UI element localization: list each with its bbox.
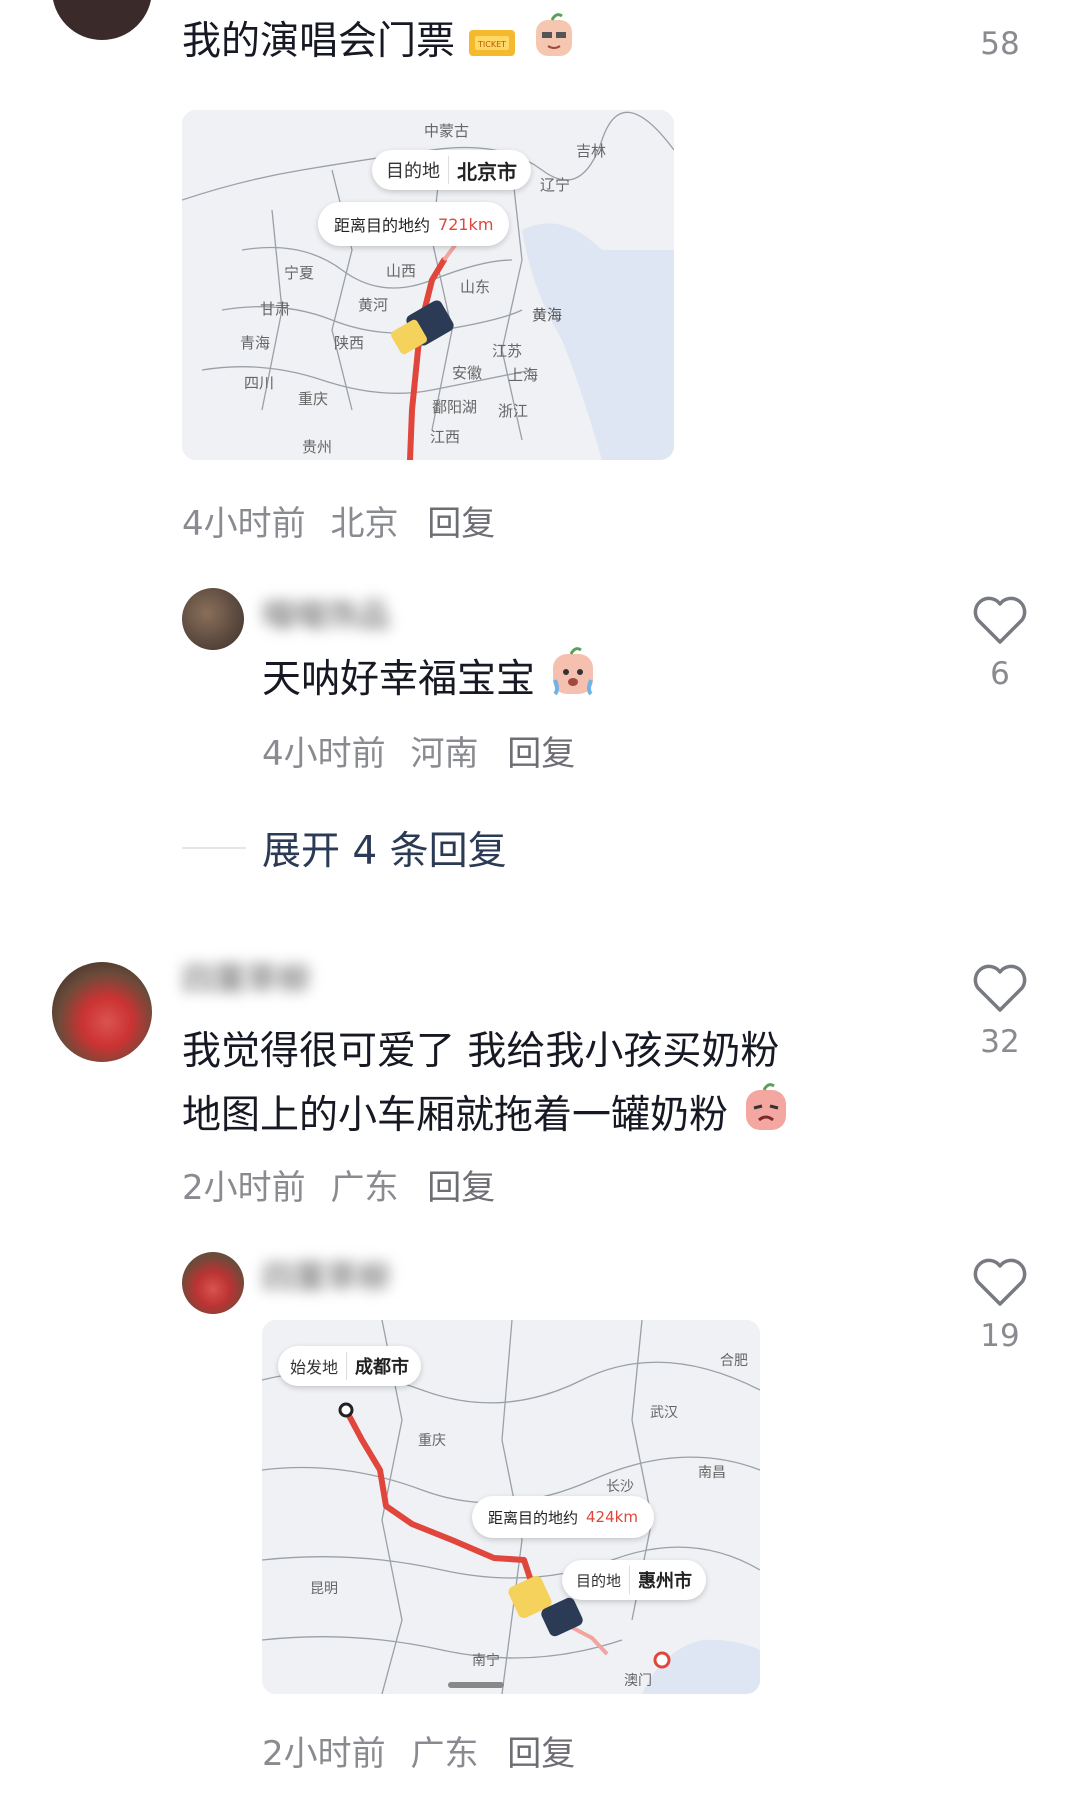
comment-time: 2小时前: [182, 1168, 306, 1208]
map-place: 四川: [244, 374, 275, 392]
reply-button[interactable]: 回复: [427, 1168, 495, 1208]
destination-label: 目的地 北京市: [372, 150, 531, 190]
map-place: 中蒙古: [424, 122, 470, 140]
heart-outline-icon[interactable]: [972, 1258, 1028, 1308]
comment-text: 我觉得很可爱了 我给我小孩买奶粉 地图上的小车厢就拖着一罐奶粉: [182, 1022, 792, 1152]
like-count: 19: [980, 1318, 1020, 1354]
comment-meta: 2小时前 广东 回复: [262, 1726, 575, 1775]
map-place: 鄱阳湖: [432, 398, 478, 416]
like-button[interactable]: 19: [950, 1258, 1050, 1354]
map-place: 吉林: [576, 142, 607, 160]
map-place: 山西: [386, 262, 417, 280]
map-place: 澳门: [624, 1673, 652, 1689]
divider: [182, 847, 246, 849]
comment-text: 天呐好幸福宝宝: [262, 646, 599, 716]
like-count: 32: [980, 1024, 1020, 1060]
like-button[interactable]: 6: [950, 596, 1050, 692]
like-count-area[interactable]: 58: [950, 26, 1050, 62]
ticket-icon: TICKET: [467, 18, 517, 78]
map-place: 宁夏: [284, 264, 315, 282]
svg-text:TICKET: TICKET: [477, 40, 506, 49]
map-place: 黄河: [358, 296, 389, 314]
map-place: 青海: [240, 334, 271, 352]
avatar[interactable]: [182, 588, 244, 650]
comment-text: 我的演唱会门票 TICKET: [182, 12, 578, 78]
heart-outline-icon[interactable]: [972, 596, 1028, 646]
username[interactable]: 四葉草柳: [262, 1252, 390, 1298]
map-image[interactable]: 始发地 成都市 距离目的地约 424km 目的地 惠州市 合肥 武汉 重庆 南昌…: [262, 1320, 760, 1694]
like-count: 58: [980, 26, 1020, 62]
map-place: 武汉: [650, 1405, 678, 1421]
comment-location: 广东: [330, 1168, 399, 1208]
map-place: 合肥: [720, 1353, 748, 1369]
comment-meta: 2小时前 广东 回复: [182, 1160, 495, 1209]
distance-label: 距离目的地约 721km: [318, 202, 510, 246]
map-place: 江苏: [492, 342, 523, 360]
reply-button[interactable]: 回复: [507, 1734, 575, 1774]
map-place: 上海: [508, 366, 539, 384]
map-place: 南昌: [698, 1465, 726, 1481]
heart-outline-icon[interactable]: [972, 964, 1028, 1014]
comment-meta: 4小时前 北京 回复: [182, 496, 495, 545]
map-place: 浙江: [498, 402, 529, 420]
map-place: 江西: [430, 428, 461, 446]
map-place: 重庆: [418, 1433, 446, 1449]
comment-text-line: 地图上的小车厢就拖着一罐奶粉: [182, 1082, 792, 1152]
map-place: 甘肃: [260, 300, 291, 318]
reply-button[interactable]: 回复: [507, 734, 575, 774]
comment-text-line: 我觉得很可爱了 我给我小孩买奶粉: [182, 1029, 780, 1074]
map-place: 重庆: [298, 390, 329, 408]
like-button[interactable]: 32: [950, 964, 1050, 1060]
reply-button[interactable]: 回复: [427, 504, 495, 544]
avatar[interactable]: [52, 0, 152, 40]
comment-time: 2小时前: [262, 1734, 386, 1774]
comment-location: 北京: [330, 504, 399, 544]
map-place: 昆明: [310, 1581, 338, 1597]
map-place: 辽宁: [540, 176, 571, 194]
map-place: 安徽: [452, 364, 483, 382]
map-image[interactable]: 目的地 北京市 距离目的地约 721km 中蒙古 吉林 辽宁 宁夏 甘肃 山西 …: [182, 110, 674, 460]
comment-meta: 4小时前 河南 回复: [262, 726, 575, 775]
distance-label: 距离目的地约 424km: [472, 1496, 654, 1538]
emoji-face-icon: [740, 1082, 792, 1152]
map-place: 贵州: [302, 438, 333, 456]
origin-label: 始发地 成都市: [278, 1346, 422, 1386]
comment-time: 4小时前: [182, 504, 306, 544]
emoji-face-icon: [547, 646, 599, 716]
username[interactable]: 喵喵饰品: [262, 590, 390, 636]
comment-location: 河南: [410, 734, 479, 774]
destination-label: 目的地 惠州市: [562, 1560, 707, 1600]
comment-location: 广东: [410, 1734, 479, 1774]
avatar[interactable]: [182, 1252, 244, 1314]
map-place: 南宁: [472, 1653, 500, 1669]
comment-time: 4小时前: [262, 734, 386, 774]
like-count: 6: [990, 656, 1010, 692]
username[interactable]: 四葉草柳: [182, 954, 310, 1000]
map-place: 长沙: [606, 1479, 634, 1495]
emoji-face-icon: [530, 12, 578, 78]
map-place: 山东: [460, 278, 491, 296]
avatar[interactable]: [52, 962, 152, 1062]
expand-replies-button[interactable]: 展开 4 条回复: [262, 820, 507, 876]
map-place: 黄海: [532, 306, 563, 324]
map-place: 陕西: [334, 334, 365, 352]
